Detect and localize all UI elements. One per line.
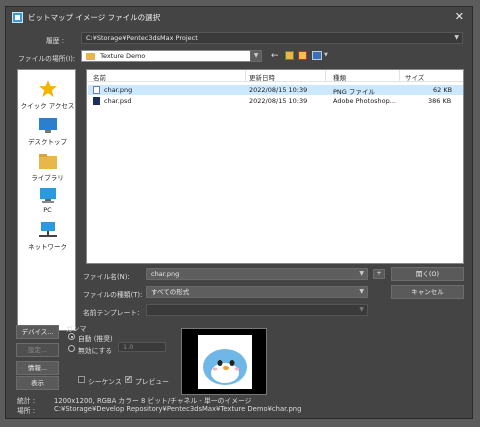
sort-indicator-icon: ^ [163, 69, 169, 74]
gamma-override-radio[interactable] [68, 345, 75, 352]
library-icon [38, 154, 57, 169]
filetype-dropdown[interactable]: すべての形式 ▼ [146, 286, 368, 298]
view-button[interactable]: 表示 [16, 376, 59, 390]
chevron-down-icon: ▼ [359, 270, 364, 277]
file-row-char-psd[interactable]: char.psd 2022/08/15 10:39 Adobe Photosho… [88, 96, 463, 106]
close-icon[interactable]: ✕ [455, 10, 464, 23]
column-type[interactable]: 種類 [333, 72, 346, 82]
bitmap-select-dialog: ビットマップ イメージ ファイルの選択 ✕ 履歴 : C:¥Storage¥Pe… [5, 6, 473, 419]
file-name: char.png [104, 86, 133, 94]
star-icon [38, 80, 57, 97]
gamma-label: ガンマ [66, 325, 87, 333]
gamma-auto-label: 自動 (推奨) [78, 335, 113, 343]
sequence-label: シーケンス [88, 378, 122, 386]
chevron-down-icon: ▼ [359, 306, 364, 313]
desktop-icon [38, 118, 57, 133]
title-bar: ビットマップ イメージ ファイルの選択 ✕ [6, 7, 472, 27]
file-row-char-png[interactable]: char.png 2022/08/15 10:39 PNG ファイル 62 KB [88, 85, 463, 96]
location-value: Texture Demo [100, 52, 146, 60]
history-dropdown[interactable]: C:¥Storage¥Pentec3dsMax Project ▼ [81, 32, 463, 44]
preview-checkbox[interactable] [125, 375, 132, 383]
place-label: クイック アクセス [20, 102, 75, 110]
preview-label: プレビュー [135, 378, 169, 386]
filetype-label: ファイルの種類(T): [83, 291, 143, 299]
penguin-image [203, 349, 247, 385]
file-name: char.psd [104, 97, 132, 105]
template-dropdown[interactable]: ▼ [146, 304, 368, 316]
gamma-value: 1.0 [123, 343, 134, 351]
cancel-button[interactable]: キャンセル [391, 285, 464, 299]
new-folder-icon[interactable] [298, 51, 307, 60]
path-label: 場所 : [17, 407, 36, 415]
back-arrow-icon[interactable]: ← [271, 51, 279, 61]
stats-value: 1200x1200, RGBA カラー 8 ビット/チャネル - 単一のイメージ [54, 397, 252, 405]
column-date[interactable]: 更新日時 [249, 72, 275, 82]
psd-file-icon [93, 97, 100, 105]
gamma-override-label: 無効にする [78, 347, 113, 355]
history-value: C:¥Storage¥Pentec3dsMax Project [86, 34, 198, 42]
place-network[interactable]: ネットワーク [18, 222, 77, 251]
chevron-down-icon[interactable]: ▼ [324, 52, 328, 58]
setup-button[interactable]: 設定... [16, 343, 59, 357]
preview-image [198, 335, 252, 389]
location-dropdown-arrow[interactable]: ▼ [250, 50, 262, 62]
place-pc[interactable]: PC [18, 188, 77, 214]
history-label: 履歴 : [46, 37, 65, 45]
path-value: C:¥Storage¥Develop Repository¥Pentec3dsM… [54, 405, 302, 413]
stats-label: 統計 : [17, 397, 36, 405]
gamma-value-spinner[interactable]: 1.0 [118, 342, 166, 352]
plus-button[interactable]: + [373, 269, 385, 279]
location-dropdown[interactable]: Texture Demo [81, 50, 261, 62]
filename-input[interactable]: char.png ▼ [146, 268, 368, 280]
chevron-down-icon: ▼ [359, 288, 364, 295]
up-folder-icon[interactable] [285, 51, 294, 60]
file-type: PNG ファイル [333, 88, 375, 96]
filename-value: char.png [151, 270, 180, 278]
sequence-checkbox[interactable] [78, 376, 85, 383]
png-file-icon [93, 86, 100, 94]
filename-label: ファイル名(N): [83, 273, 130, 281]
pc-icon [39, 188, 56, 203]
file-type: Adobe Photoshop... [333, 97, 396, 105]
place-label: PC [43, 206, 52, 214]
file-size: 62 KB [433, 86, 453, 94]
network-icon [38, 222, 57, 237]
window-title: ビットマップ イメージ ファイルの選択 [28, 12, 161, 22]
column-size[interactable]: サイズ [405, 72, 424, 82]
places-bar: クイック アクセス デスクトップ ライブラリ PC ネットワーク [17, 69, 76, 331]
file-list-header: ^ 名前 更新日時 種類 サイズ [87, 70, 463, 82]
file-date: 2022/08/15 10:39 [249, 86, 308, 94]
open-button[interactable]: 開く(O) [391, 267, 464, 281]
info-button[interactable]: 情報... [16, 361, 59, 375]
app-icon [12, 11, 23, 23]
place-label: デスクトップ [28, 138, 67, 146]
file-size: 386 KB [428, 97, 452, 105]
place-label: ネットワーク [28, 243, 67, 251]
image-preview [181, 328, 267, 395]
folder-icon [86, 52, 95, 60]
gamma-auto-radio[interactable] [68, 333, 75, 340]
column-name[interactable]: 名前 [93, 72, 106, 82]
view-menu-icon[interactable] [312, 51, 322, 60]
place-quick-access[interactable]: クイック アクセス [18, 80, 77, 110]
devices-button[interactable]: デバイス... [16, 325, 59, 339]
template-label: 名前テンプレート: [83, 309, 140, 317]
place-library[interactable]: ライブラリ [18, 154, 77, 182]
place-label: ライブラリ [31, 174, 64, 182]
file-list[interactable]: ^ 名前 更新日時 種類 サイズ char.png 2022/08/15 10:… [86, 69, 464, 264]
file-date: 2022/08/15 10:39 [249, 97, 308, 105]
place-desktop[interactable]: デスクトップ [18, 118, 77, 146]
filetype-value: すべての形式 [151, 288, 190, 296]
chevron-down-icon: ▼ [454, 34, 459, 41]
location-label: ファイルの場所(I): [18, 55, 76, 63]
